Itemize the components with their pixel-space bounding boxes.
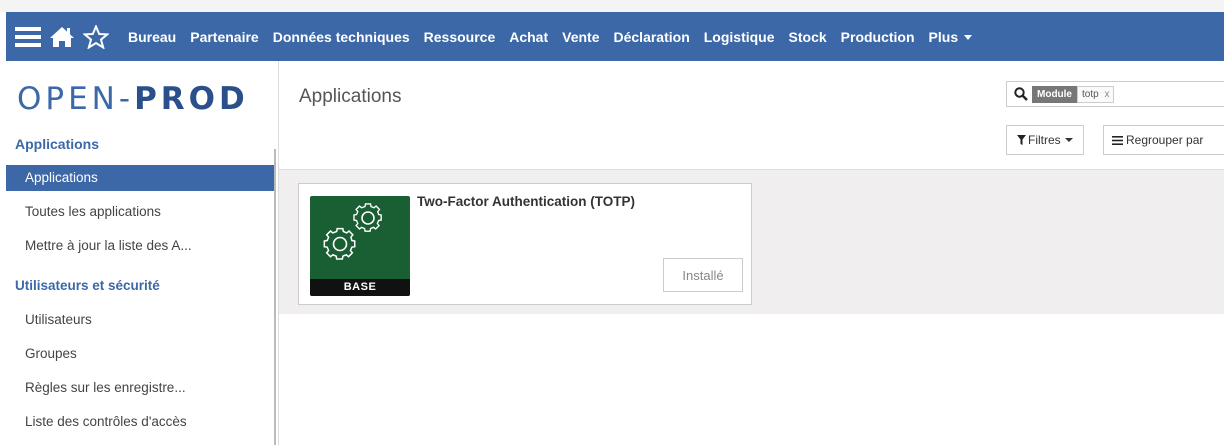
module-title[interactable]: Two-Factor Authentication (TOTP)	[417, 194, 635, 209]
menu-item-bureau[interactable]: Bureau	[121, 12, 183, 61]
menu-item-plus[interactable]: Plus	[922, 12, 980, 61]
installed-button[interactable]: Installé	[663, 258, 743, 292]
menu-item-stock[interactable]: Stock	[782, 12, 834, 61]
caret-down-icon	[964, 35, 973, 40]
gears-icon	[323, 203, 382, 260]
filter-icon	[1017, 135, 1026, 145]
page-title: Applications	[299, 86, 402, 107]
app-window: Bureau Partenaire Données techniques Res…	[0, 0, 1224, 445]
control-panel: Applications Module totp x Filtres Regro…	[279, 61, 1224, 170]
module-category-badge: BASE	[310, 279, 410, 296]
search-icon[interactable]	[1014, 87, 1028, 101]
search-input[interactable]: Module totp x	[1006, 81, 1224, 107]
logo-part-open: OPEN-	[17, 81, 135, 117]
logo-part-prod: PROD	[134, 81, 249, 117]
facet-value: totp x	[1077, 85, 1115, 103]
main-navbar: Bureau Partenaire Données techniques Res…	[6, 12, 1224, 61]
sidebar: OPEN-PROD Applications Applications Tout…	[6, 61, 279, 445]
sidebar-section-utilisateurs-securite[interactable]: Utilisateurs et sécurité	[15, 278, 160, 293]
menu-item-vente[interactable]: Vente	[555, 12, 606, 61]
menu-item-production[interactable]: Production	[834, 12, 922, 61]
menu-item-ressource[interactable]: Ressource	[417, 12, 503, 61]
caret-down-icon	[1064, 138, 1073, 142]
logo[interactable]: OPEN-PROD	[17, 81, 249, 117]
sidebar-item-groupes[interactable]: Groupes	[6, 341, 276, 367]
filters-button[interactable]: Filtres	[1006, 125, 1084, 155]
sidebar-item-mettre-a-jour[interactable]: Mettre à jour la liste des A...	[6, 233, 276, 259]
menu-item-achat[interactable]: Achat	[502, 12, 555, 61]
sidebar-item-controles-acces[interactable]: Liste des contrôles d'accès	[6, 409, 276, 435]
top-strip	[0, 0, 1224, 12]
main-content: Applications Module totp x Filtres Regro…	[279, 61, 1224, 445]
group-by-button[interactable]: Regrouper par	[1103, 125, 1224, 155]
sidebar-scrollbar[interactable]	[274, 149, 276, 445]
module-icon: BASE	[310, 196, 410, 296]
menu-item-declaration[interactable]: Déclaration	[607, 12, 697, 61]
home-icon[interactable]	[45, 12, 79, 61]
hamburger-icon[interactable]	[11, 12, 45, 61]
navbar-icons	[11, 12, 113, 61]
facet-label: Module	[1032, 85, 1077, 103]
plus-label: Plus	[928, 28, 959, 45]
module-card[interactable]: BASE Two-Factor Authentication (TOTP) In…	[298, 183, 752, 305]
sidebar-item-applications[interactable]: Applications	[6, 165, 276, 191]
navbar-menu: Bureau Partenaire Données techniques Res…	[121, 12, 979, 61]
group-by-label: Regrouper par	[1126, 133, 1204, 147]
sidebar-item-utilisateurs[interactable]: Utilisateurs	[6, 307, 276, 333]
kanban-view: BASE Two-Factor Authentication (TOTP) In…	[279, 170, 1224, 314]
sidebar-item-regles[interactable]: Règles sur les enregistre...	[6, 375, 276, 401]
sidebar-section-applications[interactable]: Applications	[15, 136, 99, 152]
list-icon	[1112, 135, 1123, 145]
menu-item-logistique[interactable]: Logistique	[697, 12, 782, 61]
menu-item-donnees-techniques[interactable]: Données techniques	[266, 12, 417, 61]
star-icon[interactable]	[79, 12, 113, 61]
facet-remove-icon[interactable]: x	[1104, 89, 1109, 100]
filters-label: Filtres	[1028, 133, 1061, 147]
facet-value-text: totp	[1082, 88, 1099, 100]
menu-item-partenaire[interactable]: Partenaire	[183, 12, 265, 61]
sidebar-item-toutes-les-applications[interactable]: Toutes les applications	[6, 199, 276, 225]
